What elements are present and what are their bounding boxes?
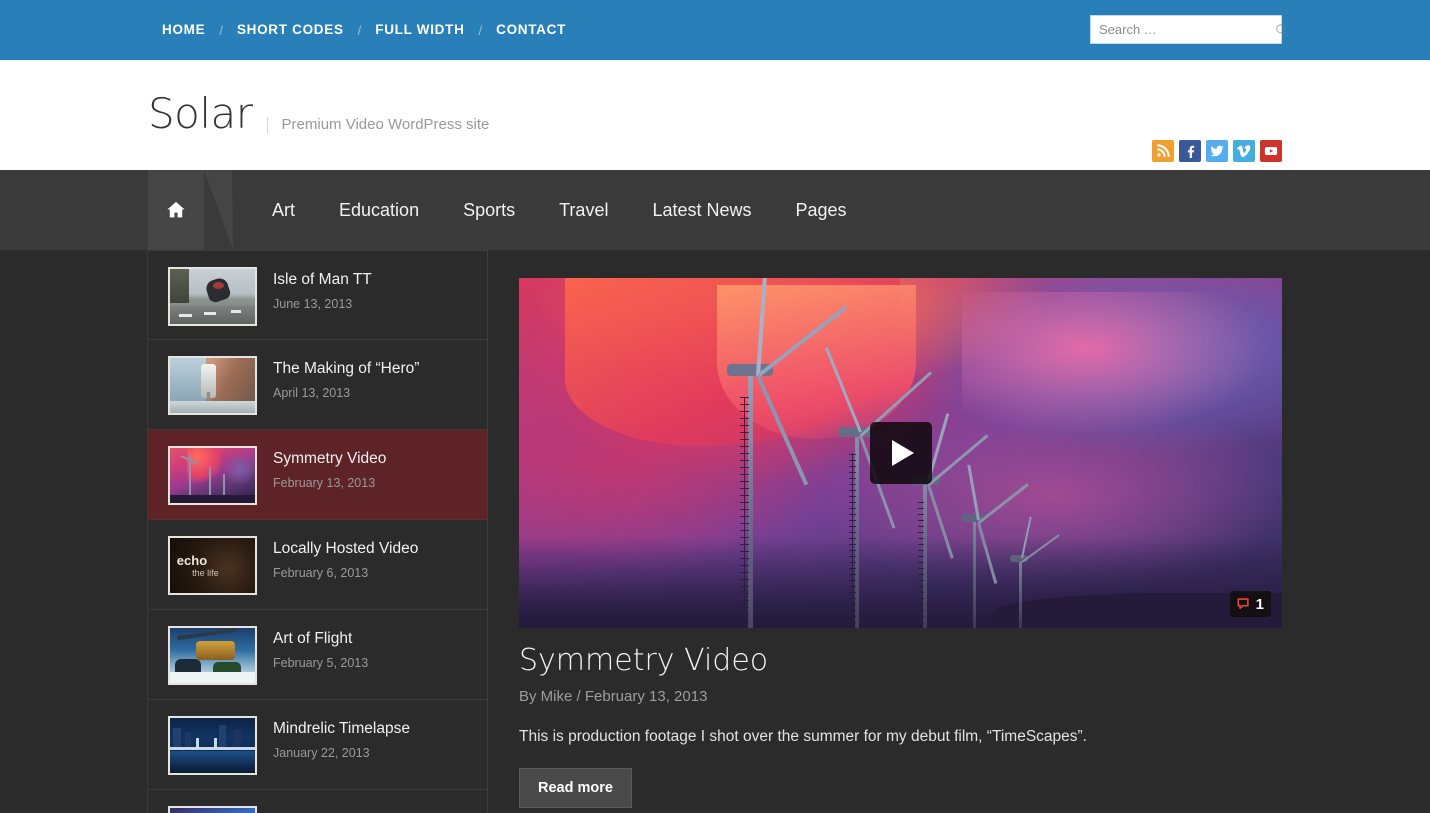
list-item-title[interactable]: Locally Hosted Video [273, 540, 418, 559]
thumbnail [168, 626, 257, 685]
facebook-icon[interactable] [1179, 140, 1201, 162]
list-item-text: Symmetry Video February 13, 2013 [273, 446, 386, 490]
list-item-date: January 22, 2013 [273, 745, 370, 760]
nav-item-pages[interactable]: Pages [774, 201, 869, 219]
list-item-text: Isle of Man TT June 13, 2013 [273, 267, 372, 311]
play-button[interactable] [869, 422, 932, 484]
featured-video-player[interactable]: 1 [519, 278, 1282, 628]
list-item-text: Mindrelic Timelapse January 22, 2013 [273, 716, 410, 760]
list-item-text: Art of Flight February 5, 2013 [273, 626, 368, 670]
top-nav-item-contact[interactable]: CONTACT [482, 23, 580, 37]
nav-item-education[interactable]: Education [317, 201, 441, 219]
category-nav: Art Education Sports Travel Latest News … [0, 170, 1430, 250]
search-input[interactable] [1099, 22, 1275, 37]
brand[interactable]: Solar Premium Video WordPress site [148, 93, 489, 135]
page-title: Symmetry Video [519, 643, 769, 678]
list-item-title[interactable]: The Making of “Hero” [273, 360, 419, 379]
list-item-text: The Making of “Hero” April 13, 2013 [273, 356, 419, 400]
thumbnail [168, 446, 257, 505]
home-icon [167, 201, 185, 218]
list-item[interactable]: Mindrelic Timelapse January 22, 2013 [148, 700, 487, 790]
left-gutter [0, 250, 148, 813]
site-logo[interactable]: Solar [148, 93, 253, 135]
top-utility-bar: HOME / SHORT CODES / FULL WIDTH / CONTAC… [0, 0, 1430, 60]
nav-item-travel[interactable]: Travel [537, 201, 630, 219]
twitter-icon[interactable] [1206, 140, 1228, 162]
search-box[interactable] [1090, 15, 1289, 44]
thumbnail [168, 716, 257, 775]
thumbnail [168, 806, 257, 813]
video-playlist: Isle of Man TT June 13, 2013 The Making … [148, 250, 488, 813]
top-nav-item-home[interactable]: HOME [148, 23, 219, 37]
top-nav-item-short-codes[interactable]: SHORT CODES [223, 23, 358, 37]
list-item[interactable] [148, 790, 487, 813]
list-item[interactable]: The Making of “Hero” April 13, 2013 [148, 340, 487, 430]
list-item-text: Locally Hosted Video February 6, 2013 [273, 536, 418, 580]
article-main: 1 Symmetry Video By Mike / February 13, … [488, 250, 1430, 813]
youtube-icon[interactable] [1260, 140, 1282, 162]
site-tagline: Premium Video WordPress site [266, 116, 489, 133]
rss-icon[interactable] [1152, 140, 1174, 162]
list-item-title[interactable]: Art of Flight [273, 630, 368, 649]
category-nav-links: Art Education Sports Travel Latest News … [250, 201, 869, 219]
comment-count-badge[interactable]: 1 [1229, 591, 1271, 617]
nav-home-button[interactable] [148, 170, 204, 250]
play-icon [892, 440, 914, 466]
page-body: Isle of Man TT June 13, 2013 The Making … [0, 250, 1430, 813]
list-item-title[interactable]: Mindrelic Timelapse [273, 720, 410, 739]
list-item-title[interactable]: Symmetry Video [273, 450, 386, 469]
read-more-button[interactable]: Read more [519, 768, 632, 809]
article-meta: By Mike / February 13, 2013 [519, 687, 708, 705]
thumbnail [168, 356, 257, 415]
list-item[interactable]: Isle of Man TT June 13, 2013 [148, 250, 487, 340]
list-item-date: February 6, 2013 [273, 565, 369, 580]
list-item-active[interactable]: Symmetry Video February 13, 2013 [148, 430, 487, 520]
thumbnail [168, 267, 257, 326]
search-icon [1276, 23, 1289, 36]
list-item-date: February 5, 2013 [273, 655, 369, 670]
top-nav-item-full-width[interactable]: FULL WIDTH [361, 23, 478, 37]
site-header: Solar Premium Video WordPress site [0, 60, 1430, 170]
vimeo-icon[interactable] [1233, 140, 1255, 162]
comment-bubble-icon [1237, 597, 1249, 609]
list-item-date: June 13, 2013 [273, 296, 353, 311]
top-nav: HOME / SHORT CODES / FULL WIDTH / CONTAC… [148, 23, 580, 37]
list-item-date: February 13, 2013 [273, 475, 376, 490]
list-item-title[interactable]: Isle of Man TT [273, 271, 372, 290]
list-item-date: April 13, 2013 [273, 385, 351, 400]
social-links [1152, 140, 1282, 162]
nav-item-art[interactable]: Art [250, 201, 317, 219]
nav-item-latest-news[interactable]: Latest News [630, 201, 773, 219]
thumbnail: echo the life [168, 536, 257, 595]
comment-count-value: 1 [1255, 595, 1264, 613]
list-item[interactable]: echo the life Locally Hosted Video Febru… [148, 520, 487, 610]
list-item[interactable]: Art of Flight February 5, 2013 [148, 610, 487, 700]
nav-item-sports[interactable]: Sports [441, 201, 537, 219]
article-excerpt: This is production footage I shot over t… [519, 727, 1087, 745]
